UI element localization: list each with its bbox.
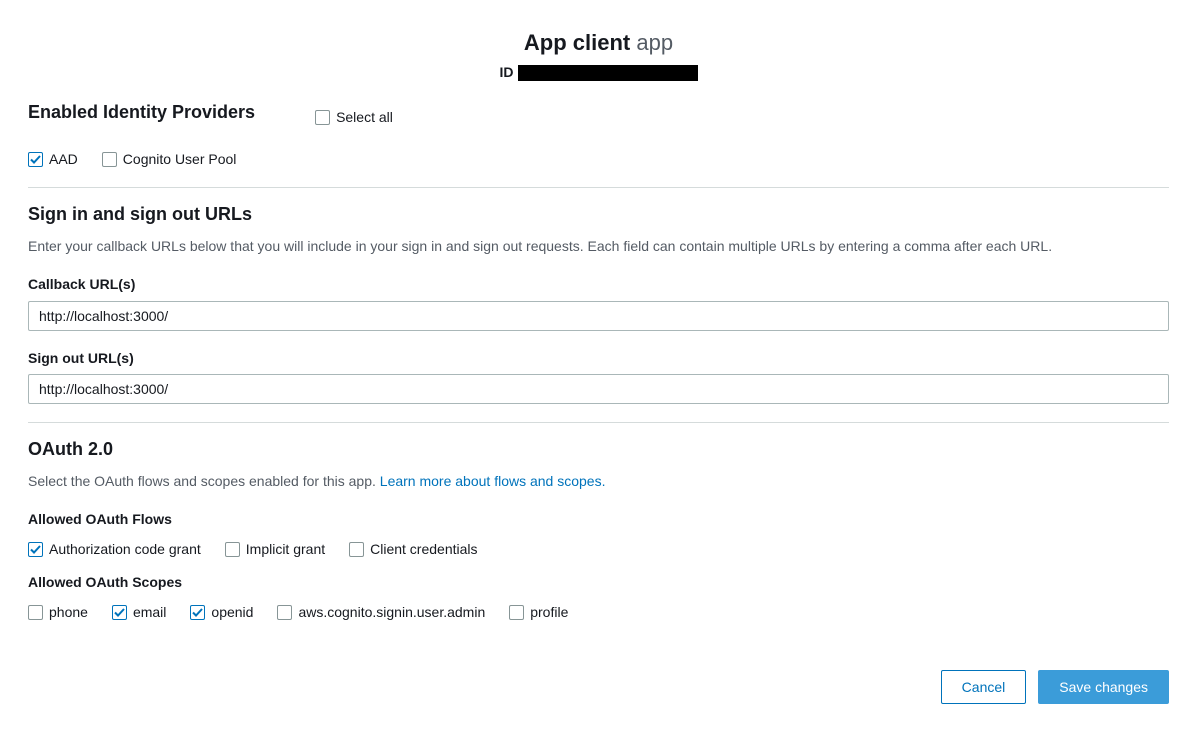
- identity-providers-list: AAD Cognito User Pool: [28, 150, 1169, 170]
- checkbox-icon: [315, 110, 330, 125]
- flow-implicit-checkbox[interactable]: Implicit grant: [225, 540, 325, 560]
- scope-label: aws.cognito.signin.user.admin: [298, 603, 485, 623]
- idp-label: AAD: [49, 150, 78, 170]
- callback-url-label: Callback URL(s): [28, 275, 1169, 295]
- checkbox-icon: [28, 152, 43, 167]
- client-id-row: ID: [28, 63, 1169, 83]
- scope-profile-checkbox[interactable]: profile: [509, 603, 568, 623]
- oauth-scopes-list: phone email openid aws.cognito.signin.user.…: [28, 603, 1169, 623]
- scope-openid-checkbox[interactable]: openid: [190, 603, 253, 623]
- checkbox-icon: [190, 605, 205, 620]
- divider: [28, 187, 1169, 188]
- idp-cognito-checkbox[interactable]: Cognito User Pool: [102, 150, 237, 170]
- urls-heading: Sign in and sign out URLs: [28, 202, 1169, 227]
- checkbox-icon: [28, 605, 43, 620]
- save-button[interactable]: Save changes: [1038, 670, 1169, 704]
- oauth-heading: OAuth 2.0: [28, 437, 1169, 462]
- identity-providers-heading: Enabled Identity Providers: [28, 100, 255, 125]
- scope-label: openid: [211, 603, 253, 623]
- signout-url-label: Sign out URL(s): [28, 349, 1169, 369]
- oauth-flows-label: Allowed OAuth Flows: [28, 510, 1169, 530]
- learn-more-link[interactable]: Learn more about flows and scopes.: [380, 473, 606, 489]
- checkbox-icon: [349, 542, 364, 557]
- flow-label: Authorization code grant: [49, 540, 201, 560]
- flow-label: Implicit grant: [246, 540, 325, 560]
- oauth-flows-list: Authorization code grant Implicit grant Cl…: [28, 540, 1169, 560]
- scope-phone-checkbox[interactable]: phone: [28, 603, 88, 623]
- idp-label: Cognito User Pool: [123, 150, 237, 170]
- scope-email-checkbox[interactable]: email: [112, 603, 166, 623]
- flow-label: Client credentials: [370, 540, 477, 560]
- flow-auth-code-checkbox[interactable]: Authorization code grant: [28, 540, 201, 560]
- page-title: App client app: [28, 28, 1169, 59]
- divider: [28, 422, 1169, 423]
- checkbox-icon: [112, 605, 127, 620]
- checkbox-icon: [28, 542, 43, 557]
- scope-label: email: [133, 603, 166, 623]
- scope-aws-cognito-admin-checkbox[interactable]: aws.cognito.signin.user.admin: [277, 603, 485, 623]
- select-all-checkbox[interactable]: Select all: [315, 108, 393, 128]
- idp-aad-checkbox[interactable]: AAD: [28, 150, 78, 170]
- oauth-scopes-label: Allowed OAuth Scopes: [28, 573, 1169, 593]
- signout-url-input[interactable]: [28, 374, 1169, 404]
- checkbox-icon: [509, 605, 524, 620]
- scope-label: profile: [530, 603, 568, 623]
- flow-client-creds-checkbox[interactable]: Client credentials: [349, 540, 477, 560]
- checkbox-icon: [277, 605, 292, 620]
- scope-label: phone: [49, 603, 88, 623]
- urls-description: Enter your callback URLs below that you …: [28, 237, 1169, 257]
- cancel-button[interactable]: Cancel: [941, 670, 1027, 704]
- callback-url-input[interactable]: [28, 301, 1169, 331]
- client-id-redacted: [518, 65, 698, 81]
- checkbox-icon: [102, 152, 117, 167]
- checkbox-icon: [225, 542, 240, 557]
- oauth-description: Select the OAuth flows and scopes enable…: [28, 472, 1169, 492]
